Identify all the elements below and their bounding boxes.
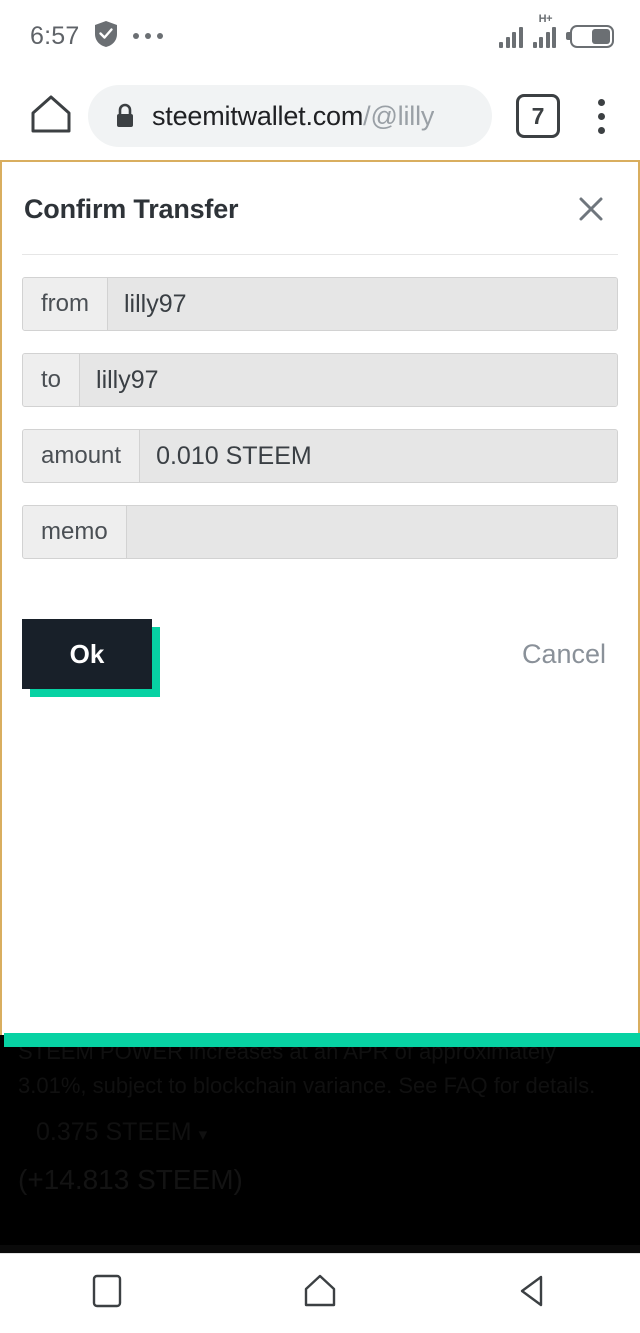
background-page-content: STEEM POWER increases at an APR of appro… [0, 1035, 640, 1253]
status-bar-right: H+ [499, 13, 614, 48]
ok-button[interactable]: Ok [22, 619, 152, 689]
steem-power-amount: 0.375 STEEM ▾ [18, 1113, 622, 1152]
field-label-memo: memo [23, 506, 127, 558]
browser-toolbar: steemitwallet.com/@lilly 7 [0, 72, 640, 160]
android-nav-bar [0, 1253, 640, 1333]
close-icon[interactable] [570, 188, 612, 230]
field-label-amount: amount [23, 430, 141, 482]
field-label-to: to [23, 354, 81, 406]
status-bar: 6:57 H+ [0, 0, 640, 72]
field-row-from: from lilly97 [22, 277, 618, 331]
signal-bars-icon [499, 26, 523, 48]
field-row-to: to lilly97 [22, 353, 618, 407]
field-row-memo: memo [22, 505, 618, 559]
url-domain: steemitwallet.com [152, 100, 364, 131]
dialog-body: from lilly97 to lilly97 amount 0.010 STE… [2, 255, 638, 559]
back-triangle-icon [517, 1274, 549, 1313]
url-bar[interactable]: steemitwallet.com/@lilly [88, 85, 492, 147]
dialog-title: Confirm Transfer [24, 194, 239, 224]
battery-icon [570, 24, 614, 48]
chevron-down-icon: ▾ [198, 1125, 208, 1145]
recents-button[interactable] [57, 1259, 157, 1329]
confirm-transfer-dialog: Confirm Transfer from lilly97 to lilly97… [0, 160, 640, 1035]
steem-power-delta: (+14.813 STEEM) [18, 1163, 243, 1195]
more-dots-icon [133, 33, 164, 39]
lock-icon [114, 103, 136, 129]
url-text: steemitwallet.com/@lilly [152, 101, 434, 132]
ok-button-wrapper: Ok [22, 619, 160, 697]
field-value-to: lilly97 [80, 354, 617, 406]
browser-home-button[interactable] [22, 87, 80, 145]
field-value-memo [126, 506, 617, 558]
cancel-button[interactable]: Cancel [516, 629, 612, 680]
dialog-header: Confirm Transfer [2, 162, 638, 230]
back-button[interactable] [483, 1259, 583, 1329]
signal-bars-data-icon: H+ [532, 13, 556, 48]
nav-bar-top-strip [0, 1245, 640, 1253]
field-row-amount: amount 0.010 STEEM [22, 429, 618, 483]
status-time: 6:57 [30, 21, 80, 50]
field-label-from: from [23, 278, 108, 330]
phone-screen: 6:57 H+ steemitwallet.com/@lilly 7 STEEM… [0, 0, 640, 1333]
network-type-label: H+ [538, 12, 553, 25]
home-button[interactable] [270, 1259, 370, 1329]
kebab-menu-icon[interactable] [580, 87, 622, 145]
dialog-actions: Ok Cancel [2, 581, 638, 697]
home-pentagon-icon [303, 1274, 337, 1313]
tab-switcher-button[interactable]: 7 [516, 94, 560, 138]
url-path: /@lilly [363, 100, 435, 131]
shield-check-icon [93, 20, 119, 53]
dialog-bottom-accent [4, 1033, 640, 1047]
field-value-amount: 0.010 STEEM [140, 430, 617, 482]
steem-power-amount-value: 0.375 STEEM [36, 1118, 192, 1147]
home-icon [29, 93, 73, 140]
field-value-from: lilly97 [108, 278, 617, 330]
recents-square-icon [92, 1274, 122, 1313]
status-bar-left: 6:57 [30, 20, 164, 53]
